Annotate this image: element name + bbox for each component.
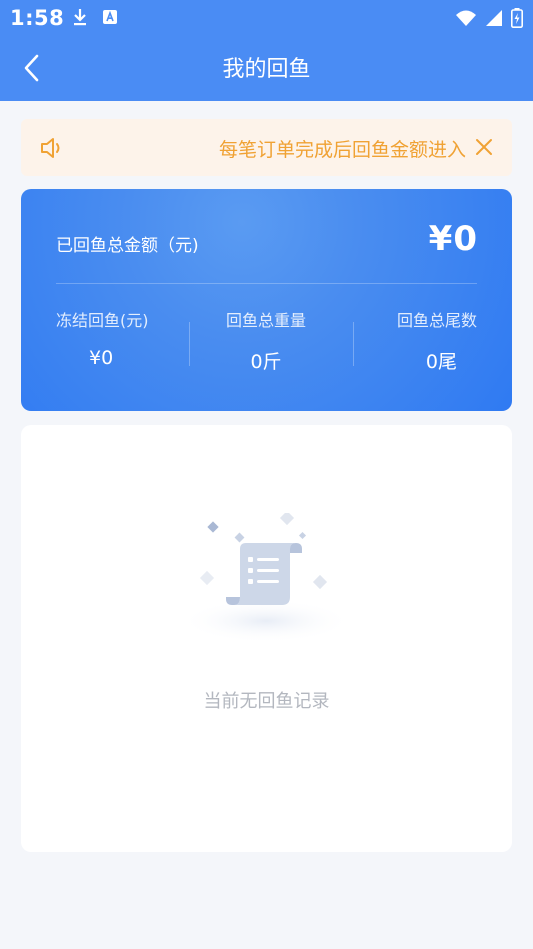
signal-icon — [486, 10, 502, 26]
stat-count-value: 0尾 — [425, 351, 457, 373]
status-bar: 1:58 — [0, 0, 533, 36]
records-card: 当前无回鱼记录 — [21, 425, 512, 852]
nav-bar: 我的回鱼 — [0, 36, 533, 101]
wifi-icon — [456, 10, 476, 26]
total-amount-label: 已回鱼总金额（元) — [56, 236, 199, 256]
notice-text: 每笔订单完成后回鱼金额进入 — [218, 139, 466, 161]
status-system-icons — [455, 8, 523, 28]
notice-banner: 每笔订单完成后回鱼金额进入 — [21, 119, 512, 176]
card-divider — [56, 283, 477, 284]
stat-count: 回鱼总尾数 0尾 — [317, 307, 477, 374]
close-icon[interactable] — [474, 137, 494, 157]
page-title: 我的回鱼 — [222, 57, 311, 82]
summary-card: 已回鱼总金额（元) ¥0 冻结回鱼(元) ¥0 回鱼总重量 0斤 回鱼总尾数 0… — [21, 189, 512, 411]
app-header: 1:58 我的回鱼 — [0, 0, 533, 101]
speaker-icon — [41, 138, 60, 158]
battery-charging-icon — [511, 8, 523, 28]
download-icon — [74, 9, 86, 26]
total-amount-value: ¥0 — [428, 219, 478, 259]
status-notifications — [72, 8, 118, 26]
empty-scroll-icon — [180, 513, 352, 643]
stat-count-label: 回鱼总尾数 — [396, 311, 477, 330]
empty-state-text: 当前无回鱼记录 — [203, 691, 330, 712]
status-time: 1:58 — [10, 6, 65, 30]
keyboard-a-icon — [103, 10, 117, 24]
